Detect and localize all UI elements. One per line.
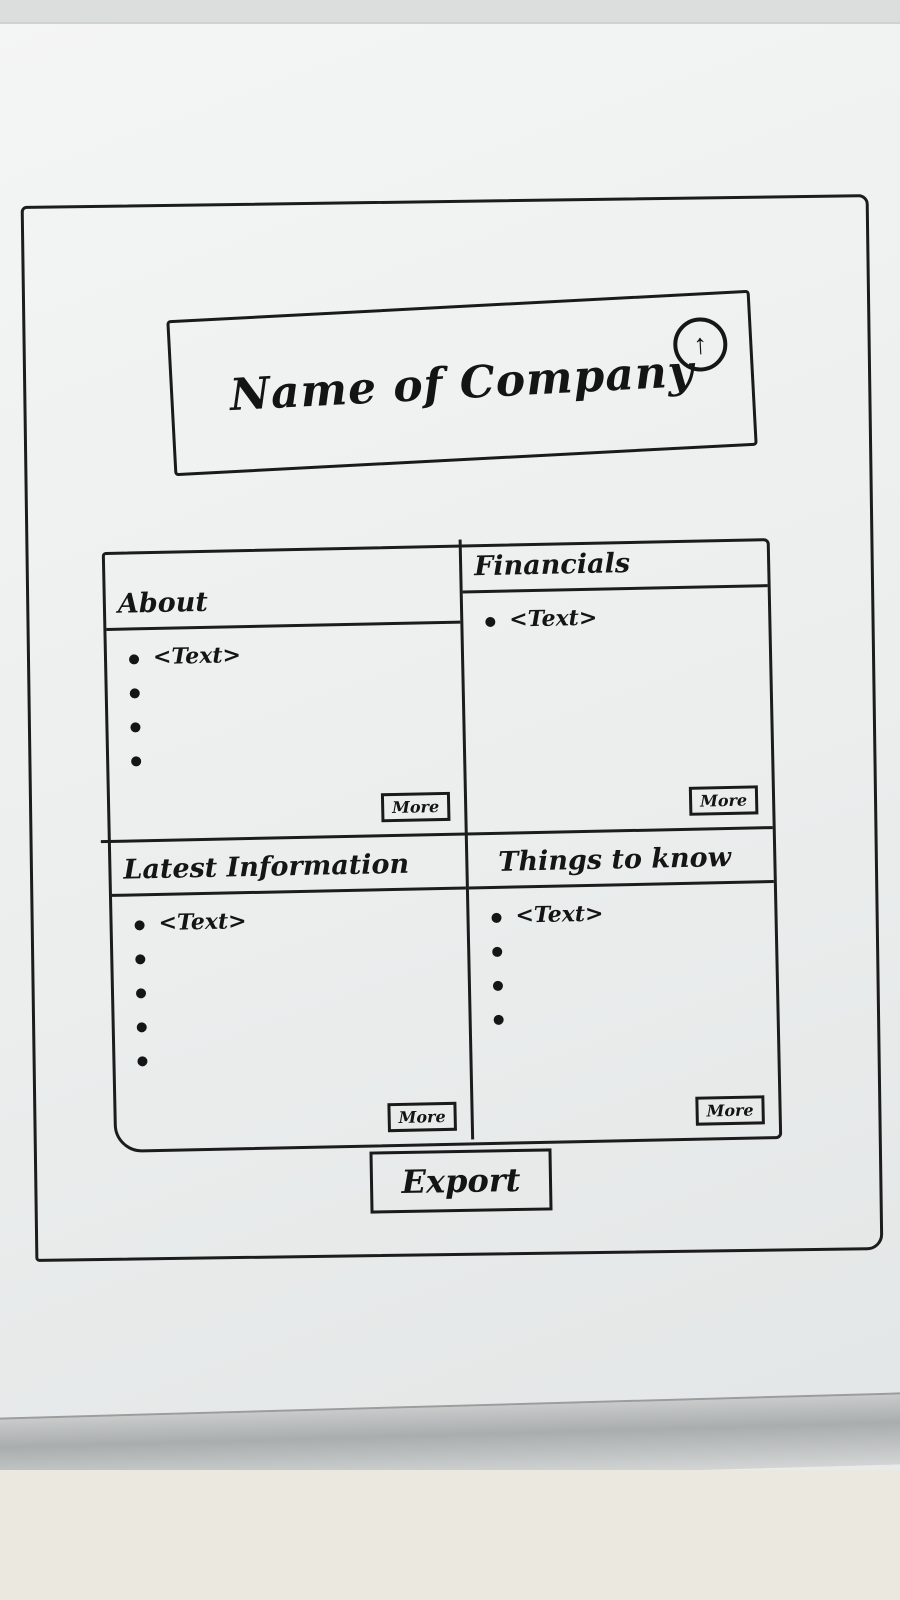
whiteboard: Name of Company ↑ About <Text> More Fina… [0,0,900,1460]
list-item [137,1039,470,1080]
list-item [493,999,777,1039]
company-name: Name of Company [228,345,696,421]
about-list: <Text> [129,638,464,781]
about-panel: About <Text> More [104,547,465,840]
list-item [131,740,464,781]
info-grid: About <Text> More Financials <Text> More… [100,538,783,1153]
arrow-up-circle-icon: ↑ [692,328,709,360]
things-to-know-more-button[interactable]: More [695,1095,765,1126]
latest-information-title: Latest Information [110,835,466,897]
latest-information-more-button[interactable]: More [387,1101,457,1133]
about-title: About [104,547,461,631]
things-to-know-title: Things to know [467,829,774,890]
financials-title: Financials [461,541,768,594]
things-to-know-list: <Text> [491,897,777,1039]
export-button[interactable]: Export [369,1148,553,1214]
wall-background [0,1470,900,1600]
about-more-button[interactable]: More [380,791,451,823]
financials-panel: Financials <Text> More [461,541,773,832]
whiteboard-top-frame [0,0,900,24]
company-header: Name of Company ↑ [166,289,758,477]
list-item: <Text> [485,601,769,641]
latest-information-list: <Text> [134,904,469,1081]
things-to-know-panel: Things to know <Text> More [467,829,779,1142]
financials-list: <Text> [485,601,769,641]
latest-information-panel: Latest Information <Text> More [110,835,471,1150]
financials-more-button[interactable]: More [688,785,759,816]
